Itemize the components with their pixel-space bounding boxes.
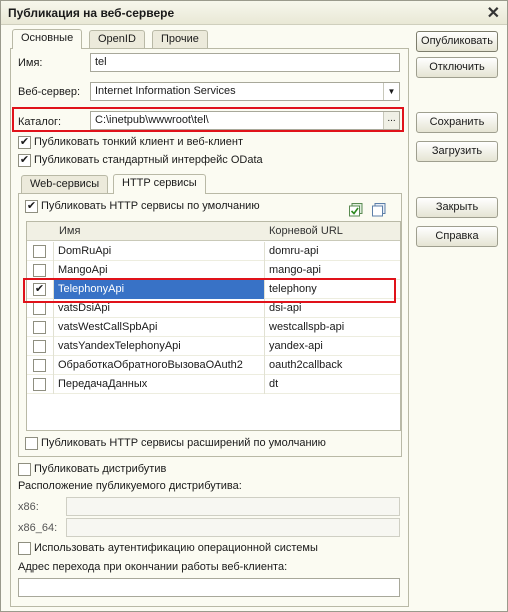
disable-button[interactable]: Отключить: [416, 57, 498, 78]
x86-64-input[interactable]: [66, 518, 400, 537]
catalog-label: Каталог:: [18, 116, 62, 128]
publish-button[interactable]: Опубликовать: [416, 31, 498, 52]
check-all-icon[interactable]: [349, 203, 364, 217]
table-row[interactable]: ОбработкаОбратногоВызоваOAuth2 oauth2cal…: [27, 356, 400, 375]
catalog-value: C:\inetpub\wwwroot\tel\: [95, 114, 209, 126]
publish-extensions-label[interactable]: Публиковать HTTP сервисы расширений по у…: [41, 437, 326, 449]
row-url[interactable]: domru-api: [264, 242, 400, 261]
row-checkbox[interactable]: [33, 302, 46, 315]
row-checkbox[interactable]: [33, 245, 46, 258]
publish-distrib-label[interactable]: Публиковать дистрибутив: [34, 463, 166, 475]
row-url[interactable]: mango-api: [264, 261, 400, 280]
webserver-value: Internet Information Services: [95, 85, 236, 97]
title-bar: Публикация на веб-сервере ✕: [1, 1, 507, 25]
browse-button[interactable]: ...: [383, 112, 399, 129]
thin-client-checkbox[interactable]: ✔: [18, 136, 31, 149]
tab-main[interactable]: Основные: [12, 29, 83, 49]
name-label: Имя:: [18, 57, 43, 69]
x86-label: x86:: [18, 501, 39, 513]
tab-other[interactable]: Прочие: [152, 30, 208, 48]
row-name[interactable]: TelephonyApi: [53, 280, 264, 299]
uncheck-all-icon[interactable]: [372, 203, 387, 217]
os-auth-label[interactable]: Использовать аутентификацию операционной…: [34, 542, 318, 554]
row-name[interactable]: MangoApi: [53, 261, 264, 280]
column-name[interactable]: Имя: [59, 225, 80, 237]
x86-input[interactable]: [66, 497, 400, 516]
row-name[interactable]: DomRuApi: [53, 242, 264, 261]
window-title: Публикация на веб-сервере: [8, 6, 175, 20]
http-services-table[interactable]: Имя Корневой URL DomRuApi domru-api Mang…: [26, 221, 401, 431]
table-row[interactable]: ✔ TelephonyApi telephony: [27, 280, 400, 299]
thin-client-label[interactable]: Публиковать тонкий клиент и веб-клиент: [34, 136, 243, 148]
close-icon[interactable]: ✕: [487, 3, 500, 23]
row-checkbox[interactable]: ✔: [33, 283, 46, 296]
name-input[interactable]: tel: [90, 53, 400, 72]
row-url[interactable]: telephony: [264, 280, 400, 299]
column-root-url[interactable]: Корневой URL: [269, 225, 343, 237]
row-url[interactable]: dt: [264, 375, 400, 394]
row-checkbox[interactable]: [33, 359, 46, 372]
distrib-location-label: Расположение публикуемого дистрибутива:: [18, 480, 242, 492]
publish-distrib-checkbox[interactable]: [18, 463, 31, 476]
tab-http-services[interactable]: HTTP сервисы: [113, 174, 206, 194]
table-row[interactable]: DomRuApi domru-api: [27, 242, 400, 261]
table-row[interactable]: MangoApi mango-api: [27, 261, 400, 280]
table-header: Имя Корневой URL: [27, 222, 400, 241]
row-url[interactable]: oauth2callback: [264, 356, 400, 375]
odata-label[interactable]: Публиковать стандартный интерфейс OData: [34, 154, 263, 166]
exit-url-label: Адрес перехода при окончании работы веб-…: [18, 561, 288, 573]
os-auth-checkbox[interactable]: [18, 542, 31, 555]
load-button[interactable]: Загрузить: [416, 141, 498, 162]
row-url[interactable]: yandex-api: [264, 337, 400, 356]
row-checkbox[interactable]: [33, 321, 46, 334]
row-checkbox[interactable]: [33, 378, 46, 391]
webserver-label: Веб-сервер:: [18, 86, 81, 98]
row-checkbox[interactable]: [33, 264, 46, 277]
webserver-select[interactable]: Internet Information Services ▼: [90, 82, 400, 101]
row-checkbox[interactable]: [33, 340, 46, 353]
row-url[interactable]: westcallspb-api: [264, 318, 400, 337]
row-name[interactable]: vatsDsiApi: [53, 299, 264, 318]
table-row[interactable]: vatsYandexTelephonyApi yandex-api: [27, 337, 400, 356]
exit-url-input[interactable]: [18, 578, 400, 597]
help-button[interactable]: Справка: [416, 226, 498, 247]
row-url[interactable]: dsi-api: [264, 299, 400, 318]
tab-web-services[interactable]: Web-сервисы: [21, 175, 109, 193]
close-button[interactable]: Закрыть: [416, 197, 498, 218]
odata-checkbox[interactable]: ✔: [18, 154, 31, 167]
table-row[interactable]: ПередачаДанных dt: [27, 375, 400, 394]
publish-extensions-checkbox[interactable]: [25, 437, 38, 450]
tab-openid[interactable]: OpenID: [89, 30, 145, 48]
row-name[interactable]: ПередачаДанных: [53, 375, 264, 394]
publish-http-default-checkbox[interactable]: ✔: [25, 200, 38, 213]
x86-64-label: x86_64:: [18, 522, 58, 534]
publish-http-default-label[interactable]: Публиковать HTTP сервисы по умолчанию: [41, 200, 260, 212]
row-name[interactable]: ОбработкаОбратногоВызоваOAuth2: [53, 356, 264, 375]
save-button[interactable]: Сохранить: [416, 112, 498, 133]
publication-window: Публикация на веб-сервере ✕ Основные Ope…: [0, 0, 508, 612]
chevron-down-icon[interactable]: ▼: [383, 83, 399, 100]
table-row[interactable]: vatsDsiApi dsi-api: [27, 299, 400, 318]
table-row[interactable]: vatsWestCallSpbApi westcallspb-api: [27, 318, 400, 337]
catalog-input[interactable]: C:\inetpub\wwwroot\tel\ ...: [90, 111, 400, 130]
row-name[interactable]: vatsWestCallSpbApi: [53, 318, 264, 337]
row-name[interactable]: vatsYandexTelephonyApi: [53, 337, 264, 356]
